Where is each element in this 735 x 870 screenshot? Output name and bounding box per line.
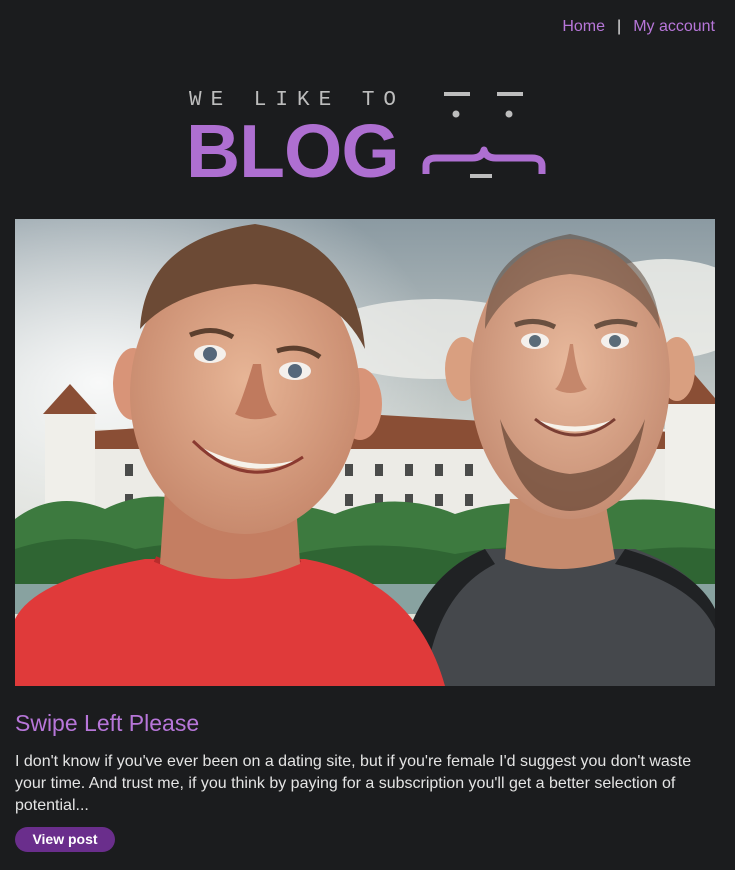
logo-face-icon: [422, 92, 546, 178]
post-excerpt: I don't know if you've ever been on a da…: [15, 753, 692, 814]
site-logo[interactable]: WE LIKE TO BLOG: [186, 86, 551, 193]
view-post-button[interactable]: View post: [15, 827, 115, 852]
post-title[interactable]: Swipe Left Please: [15, 710, 199, 737]
blog-page: Home | My account WE LIKE TO BLOG Swipe …: [0, 0, 735, 870]
top-navigation: Home | My account: [562, 18, 715, 36]
my-account-link[interactable]: My account: [633, 18, 715, 36]
logo-wordmark: BLOG: [186, 109, 400, 193]
nav-separator: |: [617, 18, 622, 35]
home-link[interactable]: Home: [562, 18, 605, 36]
post-hero-image[interactable]: [15, 219, 715, 686]
